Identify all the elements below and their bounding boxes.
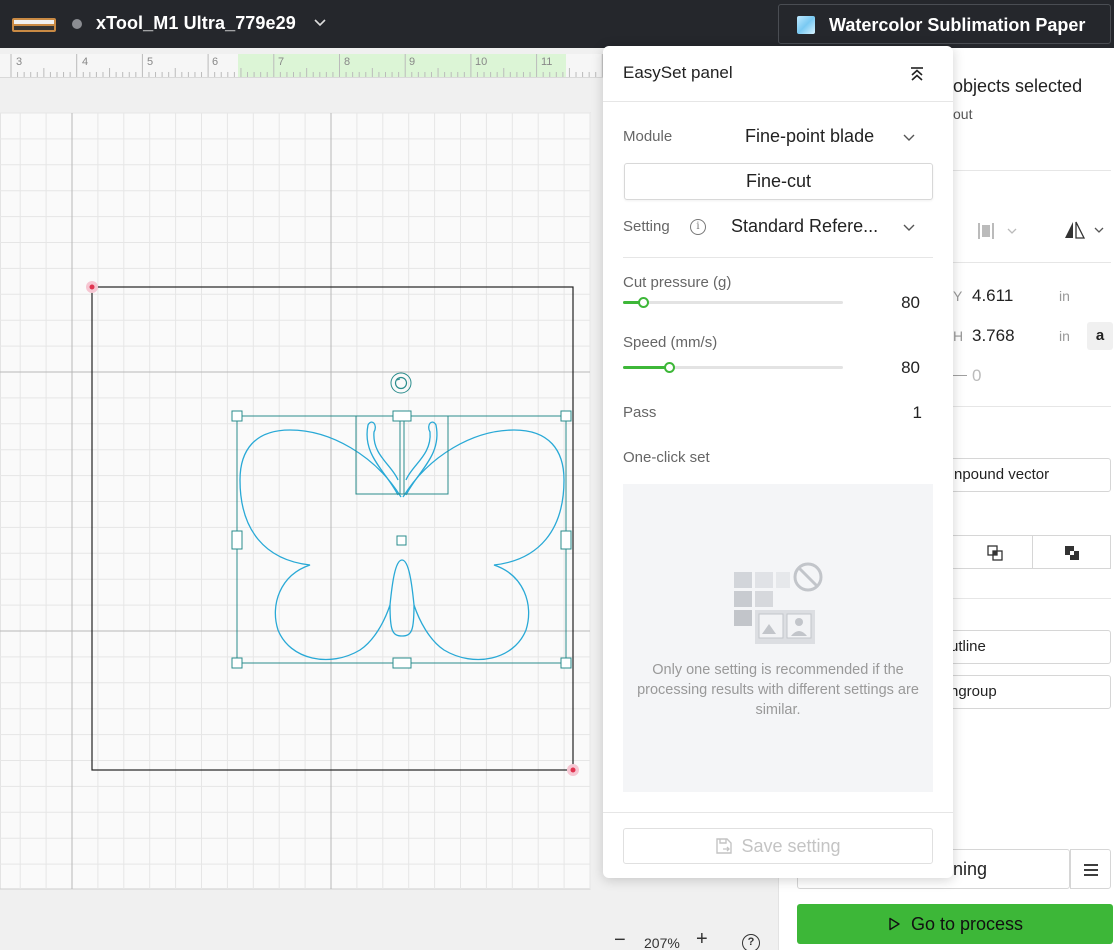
slider-fill <box>623 366 669 369</box>
material-label: Watercolor Sublimation Paper <box>829 15 1086 35</box>
divider <box>953 262 1111 263</box>
easyset-panel: EasySet panel Module Fine-point blade Fi… <box>603 46 953 878</box>
rotation-value-field[interactable]: 0 <box>972 366 981 386</box>
module-select[interactable]: Fine-point blade <box>745 126 874 147</box>
align-icon[interactable] <box>976 221 1020 241</box>
y-unit: in <box>1059 288 1070 304</box>
flip-icon[interactable] <box>1063 220 1107 240</box>
h-unit: in <box>1059 328 1070 344</box>
y-value-field[interactable]: 4.611 <box>972 286 1013 306</box>
canvas-drawing[interactable] <box>0 0 603 924</box>
selection-subtitle: out <box>953 106 973 122</box>
boolean-segment[interactable] <box>1032 535 1111 569</box>
slider-thumb[interactable] <box>638 297 649 308</box>
rotation-label: — <box>953 366 967 382</box>
ungroup-button[interactable]: ngroup <box>940 675 1111 709</box>
go-to-process-button[interactable]: Go to process <box>797 904 1113 944</box>
help-icon[interactable]: ? <box>742 934 760 950</box>
fine-cut-mode-button[interactable]: Fine-cut <box>624 163 933 200</box>
speed-label: Speed (mm/s) <box>623 334 718 351</box>
y-label: Y <box>953 288 963 304</box>
slider-thumb[interactable] <box>664 362 675 373</box>
save-icon <box>716 838 733 854</box>
info-icon[interactable]: i <box>690 219 706 235</box>
cut-pressure-slider[interactable] <box>623 297 843 308</box>
unite-icon <box>987 545 1003 561</box>
divider <box>953 170 1111 171</box>
easyset-title: EasySet panel <box>623 63 733 82</box>
pass-label: Pass <box>623 404 657 421</box>
zoom-out-button[interactable]: − <box>614 930 626 950</box>
boolean-segment[interactable] <box>940 535 1033 569</box>
easyset-header: EasySet panel <box>603 46 953 102</box>
pass-value[interactable]: 1 <box>882 403 922 423</box>
h-value-field[interactable]: 3.768 <box>972 326 1015 346</box>
divider <box>603 812 953 813</box>
divider <box>953 406 1111 407</box>
zoom-level[interactable]: 207% <box>644 935 680 950</box>
speed-value[interactable]: 80 <box>880 358 920 378</box>
selection-count-title: objects selected <box>953 76 1083 96</box>
menu-button[interactable] <box>1070 849 1111 889</box>
divider <box>623 257 933 258</box>
material-swatch-icon <box>797 16 815 34</box>
no-settings-illustration-icon <box>734 562 823 644</box>
aspect-lock-icon[interactable]: a <box>1087 322 1113 350</box>
speed-slider[interactable] <box>623 362 843 373</box>
setting-label: Setting <box>623 218 670 235</box>
cut-pressure-label: Cut pressure (g) <box>623 274 732 291</box>
outline-button[interactable]: utline <box>940 630 1111 664</box>
one-click-empty-state: Only one setting is recommended if the p… <box>623 484 933 792</box>
play-icon <box>889 917 900 931</box>
menu-icon <box>1084 864 1098 876</box>
empty-state-message: Only one setting is recommended if the p… <box>637 662 919 718</box>
processing-mode-label: ning <box>953 859 988 879</box>
divider <box>953 598 1111 599</box>
compound-vector-button[interactable]: npound vector <box>940 458 1111 492</box>
cut-pressure-value[interactable]: 80 <box>880 293 920 313</box>
material-selector-button[interactable]: Watercolor Sublimation Paper <box>778 4 1111 44</box>
chevron-down-icon[interactable] <box>902 130 916 144</box>
chevron-down-icon[interactable] <box>902 220 916 234</box>
one-click-set-label: One-click set <box>623 449 710 466</box>
setting-select[interactable]: Standard Refere... <box>731 216 878 237</box>
h-label: H <box>953 328 964 344</box>
collapse-icon[interactable] <box>909 66 925 82</box>
intersect-icon <box>1065 546 1079 560</box>
save-setting-button[interactable]: Save setting <box>623 828 933 864</box>
module-label: Module <box>623 128 673 145</box>
zoom-in-button[interactable]: + <box>696 929 708 949</box>
